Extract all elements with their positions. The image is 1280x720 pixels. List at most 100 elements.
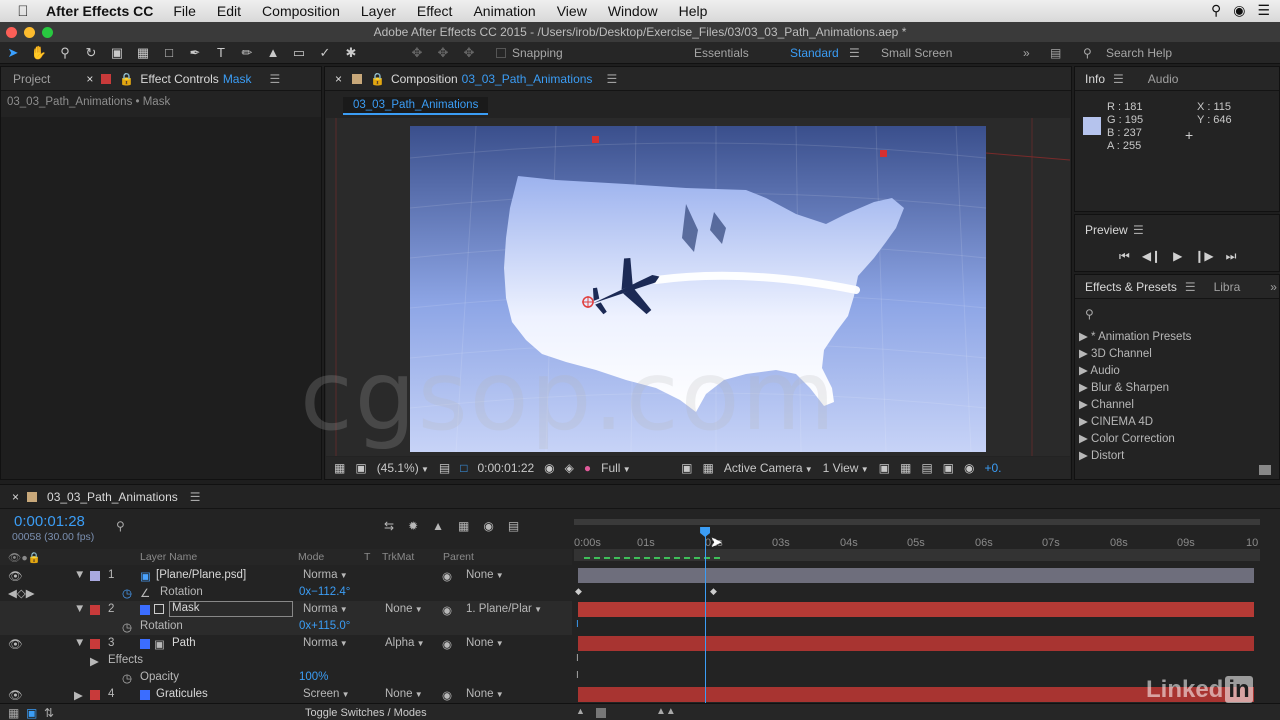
- layer-row-2[interactable]: ▼ 2 Mask Norma None ◉ 1. Plane/Plar: [0, 601, 572, 618]
- timeline-current-time[interactable]: 0:00:01:28: [14, 513, 85, 530]
- comp-panel-menu-icon[interactable]: ☰: [606, 72, 617, 86]
- visibility-eye-icon[interactable]: 👁: [8, 637, 23, 651]
- layer-name-rename-field[interactable]: Mask: [169, 601, 293, 617]
- menu-layer[interactable]: Layer: [361, 3, 396, 19]
- magnification-dropdown[interactable]: (45.1%): [377, 461, 429, 475]
- expand-twirl-icon[interactable]: ▼: [74, 637, 85, 649]
- expand-twirl-icon[interactable]: ▼: [74, 603, 85, 615]
- layer-duration-bar[interactable]: [578, 602, 1254, 617]
- parent-pickwhip-icon[interactable]: ◉: [442, 603, 452, 617]
- rotate-tool-icon[interactable]: ↻: [78, 45, 104, 61]
- workspace-small-screen[interactable]: Small Screen: [881, 46, 952, 60]
- resolution-dropdown[interactable]: Full: [601, 461, 671, 475]
- roto-brush-tool-icon[interactable]: ✓: [312, 45, 338, 61]
- clone-stamp-tool-icon[interactable]: ▲: [260, 45, 286, 60]
- tab-project[interactable]: Project: [13, 72, 50, 86]
- layer-duration-bar[interactable]: [578, 636, 1254, 651]
- parent-dropdown[interactable]: None: [466, 569, 504, 581]
- blend-mode-dropdown[interactable]: Norma: [303, 569, 348, 581]
- workspace-essentials[interactable]: Essentials: [694, 46, 749, 60]
- stopwatch-icon[interactable]: ◷: [122, 620, 132, 634]
- tab-audio[interactable]: Audio: [1148, 72, 1179, 86]
- snapshot-icon[interactable]: ◉: [544, 461, 554, 475]
- fast-previews-icon[interactable]: ▦: [900, 461, 911, 475]
- effects-item[interactable]: ▶ 3D Channel: [1079, 346, 1191, 363]
- work-area-bar[interactable]: [574, 519, 1260, 525]
- expand-twirl-icon[interactable]: ▶: [90, 654, 99, 668]
- shy-layers-icon[interactable]: ▲: [432, 519, 444, 533]
- trkmat-dropdown[interactable]: Alpha: [385, 637, 425, 649]
- effect-controls-layer[interactable]: Mask: [223, 72, 252, 86]
- close-timeline-tab-icon[interactable]: ×: [12, 490, 19, 504]
- expand-twirl-icon[interactable]: ▼: [74, 569, 85, 581]
- menu-list-icon[interactable]: ☰: [1257, 2, 1270, 19]
- reset-exposure-icon[interactable]: ◉: [964, 461, 974, 475]
- toggle-switches-modes[interactable]: Toggle Switches / Modes: [305, 707, 427, 719]
- transparency-grid-icon[interactable]: ▦: [702, 461, 713, 475]
- blend-mode-dropdown[interactable]: Screen: [303, 688, 350, 700]
- effects-item[interactable]: ▶ CINEMA 4D: [1079, 414, 1191, 431]
- close-window-button[interactable]: [6, 27, 17, 38]
- layer-name[interactable]: Graticules: [156, 688, 208, 700]
- world-axis-icon[interactable]: ✥: [430, 45, 456, 61]
- layer-row-4[interactable]: 👁 ▶ 4 Graticules Screen None ◉ None: [0, 686, 572, 703]
- trkmat-dropdown[interactable]: None: [385, 603, 423, 615]
- keyframe-navigator-icon[interactable]: ◀◇▶: [8, 586, 35, 600]
- transfer-controls-toggle-icon[interactable]: ▣: [26, 706, 37, 720]
- parent-dropdown[interactable]: None: [466, 637, 504, 649]
- menu-window[interactable]: Window: [608, 3, 658, 19]
- comp-mini-flowchart-icon[interactable]: ⇆: [384, 519, 394, 533]
- layer-name[interactable]: [Plane/Plane.psd]: [156, 569, 246, 581]
- local-axis-icon[interactable]: ✥: [404, 45, 430, 61]
- visibility-eye-icon[interactable]: 👁: [8, 688, 23, 702]
- pan-behind-tool-icon[interactable]: ▦: [130, 45, 156, 61]
- graph-editor-icon[interactable]: ▤: [508, 519, 519, 533]
- property-group-effects[interactable]: ▶ Effects: [0, 652, 572, 669]
- visibility-eye-icon[interactable]: 👁: [8, 569, 23, 583]
- menu-view[interactable]: View: [557, 3, 587, 19]
- layer-row-1[interactable]: 👁 ▼ 1 ▣ [Plane/Plane.psd] Norma ◉ None: [0, 567, 572, 584]
- layer-duration-bar[interactable]: [578, 568, 1254, 583]
- toggle-pixel-aspect-icon[interactable]: ▣: [879, 461, 890, 475]
- color-channels-icon[interactable]: ●: [584, 461, 591, 475]
- region-of-interest-icon[interactable]: ▣: [681, 461, 692, 475]
- always-preview-icon[interactable]: ▦: [334, 461, 345, 475]
- close-tab-icon[interactable]: ×: [86, 72, 93, 86]
- eraser-tool-icon[interactable]: ▭: [286, 45, 312, 61]
- label-color-swatch[interactable]: [90, 690, 100, 700]
- lock-icon[interactable]: 🔒: [119, 72, 134, 86]
- parent-pickwhip-icon[interactable]: ◉: [442, 688, 452, 702]
- effects-item[interactable]: ▶ Audio: [1079, 363, 1191, 380]
- time-navigator-bar[interactable]: [574, 549, 1260, 561]
- info-menu-icon[interactable]: ☰: [1113, 72, 1124, 86]
- label-color-swatch[interactable]: [90, 571, 100, 581]
- show-snapshot-icon[interactable]: ◈: [565, 461, 574, 475]
- pen-tool-icon[interactable]: ✒: [182, 45, 208, 61]
- current-time-indicator[interactable]: [700, 527, 711, 705]
- motion-blur-icon[interactable]: ◉: [483, 519, 493, 533]
- comp-flowchart-icon[interactable]: ▤: [921, 461, 932, 475]
- menu-composition[interactable]: Composition: [262, 3, 340, 19]
- blend-mode-dropdown[interactable]: Norma: [303, 637, 348, 649]
- menu-help[interactable]: Help: [679, 3, 708, 19]
- last-frame-icon[interactable]: ⏭: [1226, 249, 1237, 264]
- property-row-opacity[interactable]: ◷ Opacity 100%: [0, 669, 572, 686]
- parent-dropdown[interactable]: None: [466, 688, 504, 700]
- zoom-out-icon[interactable]: ▲: [576, 706, 585, 716]
- stopwatch-icon[interactable]: ◷: [122, 671, 132, 685]
- app-name[interactable]: After Effects CC: [46, 3, 153, 19]
- timeline-toggle-icon[interactable]: ▣: [943, 461, 954, 475]
- tab-effect-controls[interactable]: Effect Controls: [140, 72, 218, 86]
- tab-composition-label[interactable]: Composition: [391, 72, 458, 86]
- in-out-toggle-icon[interactable]: ⇅: [44, 706, 54, 720]
- layer-switches-toggle-icon[interactable]: ▦: [8, 706, 19, 720]
- stopwatch-icon[interactable]: ◷: [122, 586, 132, 600]
- effects-item[interactable]: ▶ Channel: [1079, 397, 1191, 414]
- keyframe-icon[interactable]: ◆: [710, 586, 717, 597]
- sync-settings-icon[interactable]: ▤: [1050, 46, 1061, 60]
- timeline-comp-tab[interactable]: 03_03_Path_Animations: [47, 490, 178, 504]
- menu-file[interactable]: File: [173, 3, 196, 19]
- play-icon[interactable]: ▶: [1173, 249, 1182, 264]
- selection-tool-icon[interactable]: ➤: [0, 45, 26, 61]
- rectangle-tool-icon[interactable]: □: [156, 45, 182, 60]
